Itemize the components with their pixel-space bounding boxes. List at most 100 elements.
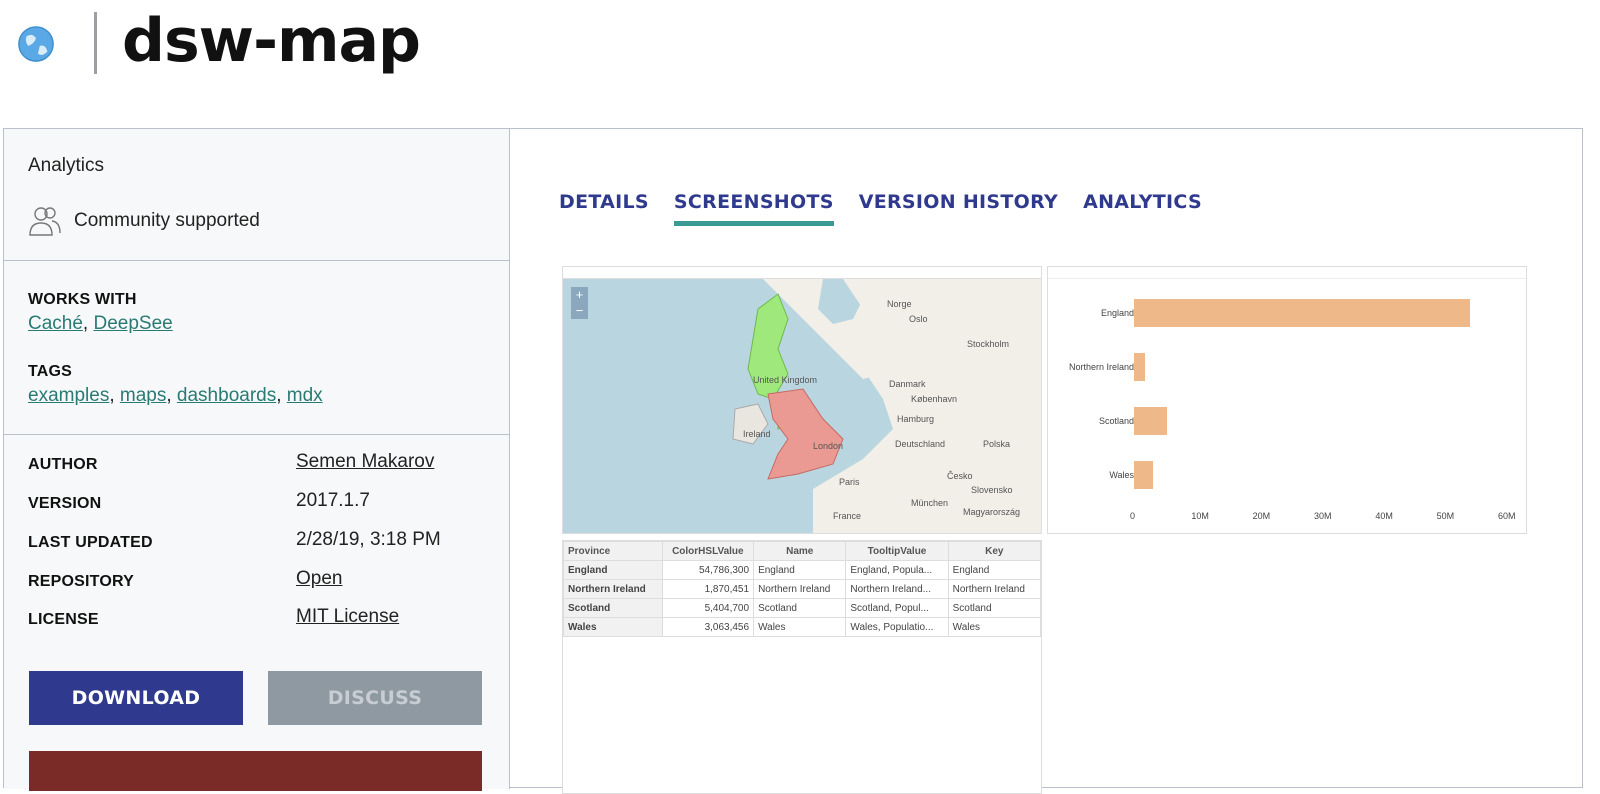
app-card: Analytics Community supported WORKS WITH… [3, 128, 1583, 794]
x-tick-label: 20M [1252, 511, 1271, 521]
x-tick-label: 0 [1130, 511, 1136, 521]
tag-link[interactable]: examples [28, 385, 109, 406]
table-cell: Scotland [947, 598, 1042, 618]
bar-category-label: Northern Ireland [1068, 362, 1134, 372]
map-label: København [911, 394, 958, 404]
table-cell: England, Popula... [845, 560, 949, 580]
screenshot-bar-chart[interactable]: England Northern Ireland Scotland Wales 0 10M… [1047, 266, 1527, 534]
license-row: LICENSE MIT License [28, 606, 488, 636]
version-row: VERSION 2017.1.7 [28, 490, 488, 520]
table-row: Wales 3,063,456 Wales Wales, Populatio..… [563, 617, 1042, 637]
tab-details[interactable]: DETAILS [559, 191, 649, 226]
bar-england[interactable] [1134, 299, 1471, 327]
tag-link[interactable]: mdx [287, 385, 323, 406]
license-label: LICENSE [28, 611, 99, 628]
people-icon [29, 207, 61, 236]
map-label: Oslo [909, 314, 928, 324]
tab-version-history[interactable]: VERSION HISTORY [859, 191, 1058, 226]
works-with-heading: WORKS WITH [28, 291, 137, 308]
map-label: Ireland [743, 429, 771, 439]
table-cell: 1,870,451 [661, 579, 755, 599]
tags-heading: TAGS [28, 363, 73, 380]
map-label: Hamburg [897, 414, 935, 424]
screenshot-map[interactable]: + − Norge Oslo Stockholm Danmark Københav… [562, 266, 1042, 534]
widget-toolbar [563, 267, 1041, 279]
x-tick-label: 60M [1498, 511, 1516, 521]
action-button[interactable] [29, 751, 482, 791]
tag-link[interactable]: maps [120, 385, 166, 406]
repository-link[interactable]: Open [296, 568, 342, 590]
repository-row: REPOSITORY Open [28, 568, 488, 598]
download-button[interactable]: DOWNLOAD [29, 671, 243, 725]
table-cell: England [563, 560, 663, 580]
table-cell: Wales, Populatio... [845, 617, 949, 637]
table-header: Province [563, 541, 663, 561]
license-link[interactable]: MIT License [296, 606, 399, 628]
works-with-link[interactable]: Caché [28, 313, 83, 334]
map-label: Danmark [889, 379, 926, 389]
map-label: Magyarország [963, 507, 1021, 517]
map-label: München [911, 498, 949, 508]
works-with-links: Caché, DeepSee [28, 313, 173, 335]
table-cell: England [753, 560, 847, 580]
map-label: Stockholm [967, 339, 1010, 349]
separator: , [276, 385, 287, 406]
repository-label: REPOSITORY [28, 573, 135, 590]
zoom-out-button[interactable]: − [571, 303, 588, 319]
tab-analytics[interactable]: ANALYTICS [1083, 191, 1202, 226]
bar-scotland[interactable] [1134, 407, 1168, 435]
table-row: Scotland 5,404,700 Scotland Scotland, Po… [563, 598, 1042, 618]
table-row: Northern Ireland 1,870,451 Northern Irel… [563, 579, 1042, 599]
table-cell: Northern Ireland... [845, 579, 949, 599]
discuss-button[interactable]: DISCUSS [268, 671, 482, 725]
category-label: Analytics [28, 155, 105, 176]
table-header: ColorHSLValue [661, 541, 755, 561]
globe-icon [18, 26, 54, 62]
table-row: England 54,786,300 England England, Popu… [563, 560, 1042, 580]
map-label: France [833, 511, 862, 521]
tab-bar: DETAILS SCREENSHOTS VERSION HISTORY ANAL… [559, 191, 1227, 226]
updated-row: LAST UPDATED 2/28/19, 3:18 PM [28, 529, 488, 559]
version-value: 2017.1.7 [296, 490, 370, 511]
separator: , [82, 313, 94, 334]
table-cell: Northern Ireland [753, 579, 847, 599]
sidebar: Analytics Community supported WORKS WITH… [4, 129, 510, 791]
support-row: Community supported [28, 205, 260, 237]
table-cell: Wales [563, 617, 663, 637]
bar-category-label: Scotland [1098, 416, 1134, 426]
bar-northern-ireland[interactable] [1134, 353, 1146, 381]
tab-screenshots[interactable]: SCREENSHOTS [673, 191, 834, 226]
table-cell: Northern Ireland [947, 579, 1042, 599]
separator: , [166, 385, 177, 406]
page-header: dsw-map [0, 0, 1600, 100]
map-label: United Kingdom [753, 375, 818, 385]
table-cell: 5,404,700 [661, 598, 755, 618]
map-label: Polska [983, 439, 1011, 449]
zoom-controls[interactable]: + − [571, 287, 588, 319]
table-cell: England [947, 560, 1042, 580]
table-cell: Scotland [753, 598, 847, 618]
table-cell: Scotland, Popul... [845, 598, 949, 618]
table-header: TooltipValue [845, 541, 949, 561]
map-label: Česko [947, 471, 973, 481]
pivot-table: Province ColorHSLValue Name TooltipValue… [563, 541, 1042, 637]
table-header: Name [753, 541, 847, 561]
updated-label: LAST UPDATED [28, 534, 153, 551]
separator: , [109, 385, 120, 406]
table-cell: Scotland [563, 598, 663, 618]
tag-link[interactable]: dashboards [177, 385, 276, 406]
map-label: Paris [839, 477, 860, 487]
widget-toolbar [1048, 267, 1526, 279]
screenshot-table[interactable]: Province ColorHSLValue Name TooltipValue… [562, 540, 1042, 794]
x-tick-label: 10M [1191, 511, 1209, 521]
compat-section: WORKS WITH Caché, DeepSee TAGS examples,… [4, 261, 509, 435]
map-label: London [813, 441, 844, 451]
works-with-link[interactable]: DeepSee [93, 313, 172, 334]
table-header: Key [947, 541, 1042, 561]
table-cell: Wales [947, 617, 1042, 637]
zoom-in-button[interactable]: + [571, 287, 588, 303]
bar-wales[interactable] [1134, 461, 1153, 489]
author-link[interactable]: Semen Makarov [296, 451, 434, 473]
table-cell: 3,063,456 [661, 617, 755, 637]
table-cell: 54,786,300 [661, 560, 755, 580]
